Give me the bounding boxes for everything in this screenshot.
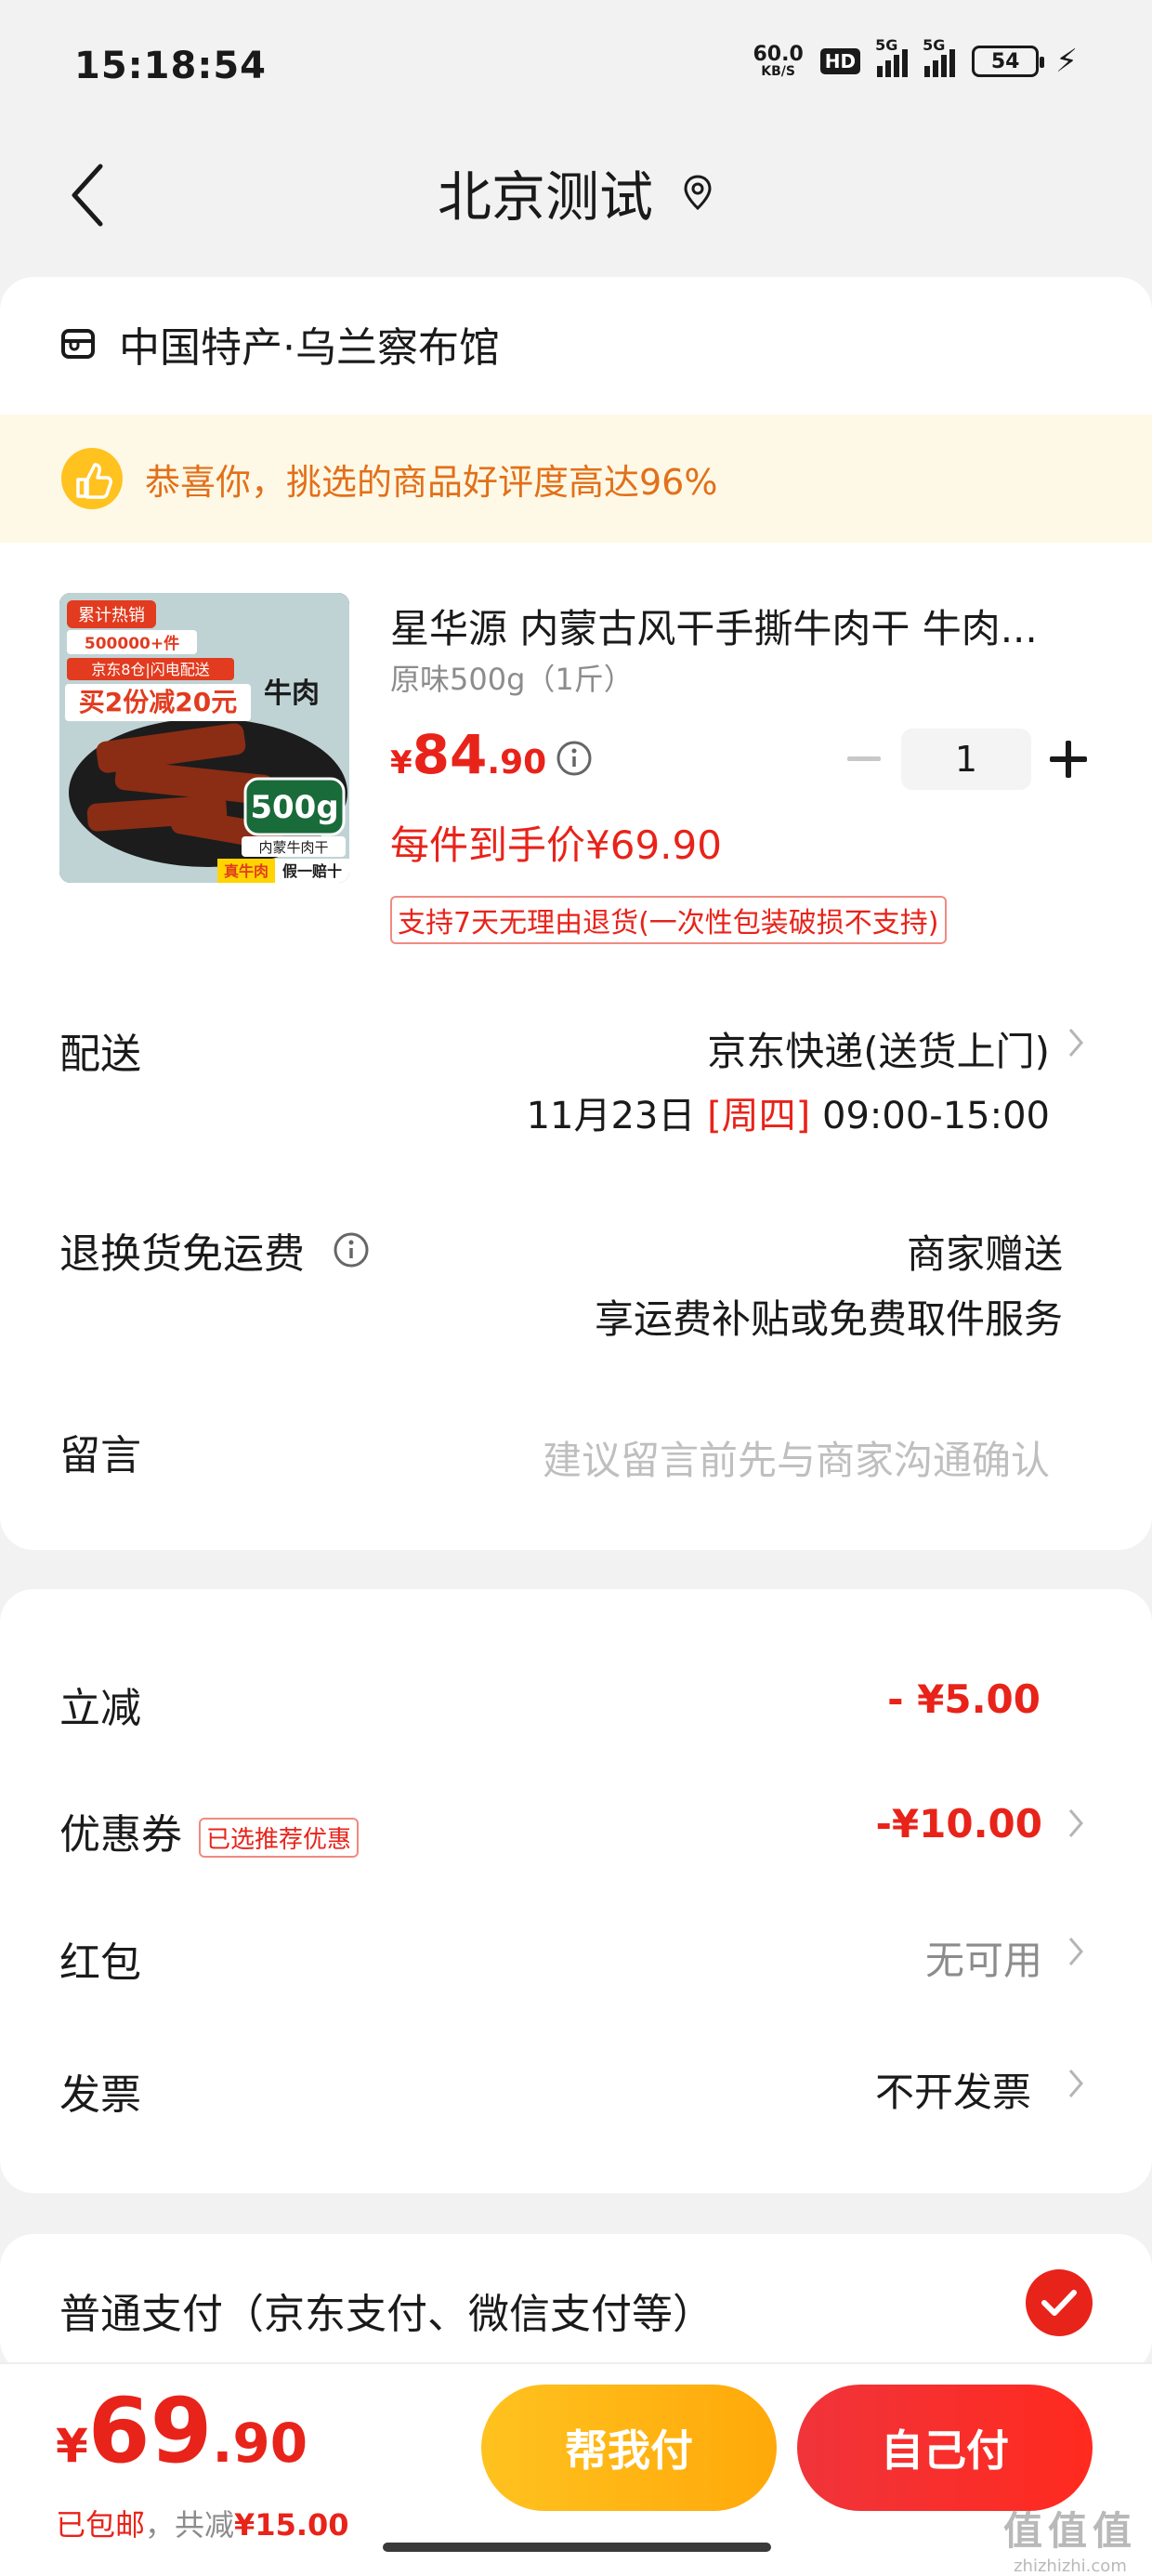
price-integer: 84 <box>412 723 488 786</box>
network-speed-unit: KB/S <box>761 64 795 79</box>
delivery-label: 配送 <box>59 1031 141 1078</box>
return-shipping-sub: 享运费补贴或免费取件服务 <box>594 1296 1063 1342</box>
signal-icon-2: 5G <box>923 36 956 77</box>
watermark-url: zhizhizhi.com <box>1014 2556 1127 2576</box>
message-label: 留言 <box>59 1432 141 1479</box>
info-icon[interactable] <box>333 1231 370 1268</box>
saved-label: 共减 <box>175 2507 235 2543</box>
saved-value: ¥15.00 <box>234 2507 349 2543</box>
total-decimal: .90 <box>212 2412 308 2475</box>
delivery-time: 09:00-15:00 <box>822 1095 1050 1137</box>
signal-label: 5G <box>875 36 898 54</box>
message-input[interactable]: 建议留言前先与商家沟通确认 <box>543 1429 1050 1486</box>
instant-discount-value: - ¥5.00 <box>887 1676 1041 1722</box>
delivery-date[interactable]: 11月23日 [周四] 09:00-15:00 <box>527 1085 1050 1139</box>
product-image-weight: 500g <box>250 789 338 826</box>
delivery-weekday: [周四] <box>707 1095 811 1137</box>
payment-card: 普通支付（京东支付、微信支付等） <box>0 2234 1152 2373</box>
status-icons: 60.0 KB/S HD 5G 5G 54 ⚡ <box>753 36 1079 80</box>
product-image[interactable]: 累计热销 500000+件 京东8仓|闪电配送 买2份减20元 牛肉 500g … <box>59 593 349 883</box>
info-icon[interactable] <box>556 740 593 777</box>
plus-icon <box>1050 741 1087 778</box>
home-indicator[interactable] <box>383 2543 771 2552</box>
chevron-right-icon[interactable] <box>1067 1026 1085 1059</box>
product-price: ¥ 84 .90 <box>390 723 546 786</box>
coupon-row: 优惠券 已选推荐优惠 <box>59 1801 360 1860</box>
signal-label-2: 5G <box>923 36 946 54</box>
coupon-tag: 已选推荐优惠 <box>199 1817 360 1858</box>
product-image-hot: 累计热销 <box>78 606 145 625</box>
decrease-button[interactable] <box>827 729 901 789</box>
invoice-value[interactable]: 不开发票 <box>875 2061 1031 2118</box>
invoice-label: 发票 <box>59 2071 141 2119</box>
store-icon <box>61 329 95 359</box>
product-image-promo: 买2份减20元 <box>79 687 237 717</box>
nav-title-group[interactable]: 北京测试 <box>0 153 1152 231</box>
chevron-right-icon[interactable] <box>1067 1935 1085 1968</box>
return-policy-tag: 支持7天无理由退货(一次性包装破损不支持) <box>390 896 947 944</box>
payment-method-label[interactable]: 普通支付（京东支付、微信支付等） <box>59 2280 713 2340</box>
increase-button[interactable] <box>1031 729 1106 789</box>
help-pay-button[interactable]: 帮我付 <box>481 2385 777 2511</box>
return-shipping-row: 退换货免运费 <box>59 1220 370 1280</box>
total-integer: 69 <box>87 2379 213 2483</box>
product-spec[interactable]: 原味500g（1斤） <box>390 656 634 699</box>
quantity-input[interactable]: 1 <box>901 729 1031 790</box>
location-pin-icon <box>684 175 712 211</box>
coupon-value[interactable]: -¥10.00 <box>875 1801 1042 1847</box>
check-icon <box>1041 2290 1077 2316</box>
product-title[interactable]: 星华源 内蒙古风干手撕牛肉干 牛肉... <box>390 598 1096 654</box>
network-speed-value: 60.0 <box>753 43 804 66</box>
price-decimal: .90 <box>487 743 547 782</box>
rating-banner: 恭喜你，挑选的商品好评度高达96% <box>0 414 1152 543</box>
battery-icon: 54 <box>972 46 1045 77</box>
watermark-logo: 值值值 <box>1002 2508 1137 2554</box>
chevron-right-icon[interactable] <box>1067 2067 1085 2100</box>
chevron-right-icon[interactable] <box>1067 1807 1085 1840</box>
free-shipping-text: 已包邮 <box>56 2507 146 2543</box>
status-time: 15:18:54 <box>74 45 267 87</box>
delivery-method[interactable]: 京东快递(送货上门) <box>707 1020 1050 1077</box>
total-currency: ¥ <box>56 2419 88 2473</box>
return-shipping-label: 退换货免运费 <box>59 1230 305 1278</box>
product-image-name: 牛肉 <box>264 677 320 710</box>
red-packet-label: 红包 <box>59 1939 141 1987</box>
delivery-date-day: 11月23日 <box>526 1095 696 1137</box>
product-image-sub: 内蒙牛肉干 <box>258 839 328 856</box>
coupon-label: 优惠券 <box>59 1811 182 1859</box>
payment-radio[interactable] <box>1026 2269 1093 2336</box>
order-card: 中国特产·乌兰察布馆 恭喜你，挑选的商品好评度高达96% 累计热销 500000… <box>0 277 1152 1550</box>
total-price: ¥ 69 .90 <box>56 2379 308 2483</box>
instant-discount-label: 立减 <box>59 1685 141 1732</box>
battery-level: 54 <box>990 49 1020 73</box>
red-packet-value[interactable]: 无可用 <box>925 1929 1042 1986</box>
hd-icon: HD <box>819 48 861 74</box>
shop-row[interactable]: 中国特产·乌兰察布馆 <box>59 314 500 374</box>
product-image-real: 真牛肉 <box>224 862 268 880</box>
minus-icon <box>847 756 881 761</box>
shop-name: 中国特产·乌兰察布馆 <box>119 324 500 372</box>
product-image-art: 累计热销 500000+件 京东8仓|闪电配送 买2份减20元 牛肉 500g … <box>59 593 349 883</box>
page-title: 北京测试 <box>437 165 653 229</box>
self-pay-button[interactable]: 自己付 <box>797 2385 1093 2511</box>
final-unit-price: 每件到手价¥69.90 <box>390 822 722 868</box>
product-image-sold: 500000+件 <box>85 634 179 653</box>
rating-banner-text: 恭喜你，挑选的商品好评度高达96% <box>145 461 718 503</box>
discount-card: 立减 - ¥5.00 优惠券 已选推荐优惠 -¥10.00 红包 无可用 发票 不… <box>0 1589 1152 2193</box>
status-bar: 15:18:54 60.0 KB/S HD 5G 5G 54 ⚡ <box>0 0 1152 130</box>
price-currency: ¥ <box>390 744 412 782</box>
savings-separator: ， <box>145 2507 176 2543</box>
savings-note: 已包邮，共减¥15.00 <box>56 2502 349 2544</box>
signal-icon: 5G <box>875 36 909 77</box>
quantity-stepper: 1 <box>827 729 1106 790</box>
thumbs-up-icon <box>61 448 123 509</box>
nav-bar: 北京测试 <box>0 130 1152 260</box>
network-speed: 60.0 KB/S <box>753 43 804 79</box>
return-shipping-value: 商家赠送 <box>906 1231 1063 1277</box>
charging-icon: ⚡ <box>1055 43 1078 80</box>
product-image-jd: 京东8仓|闪电配送 <box>91 661 210 678</box>
product-image-fake: 假一赔十 <box>282 862 342 880</box>
watermark: 值值值 zhizhizhi.com <box>1003 2500 1137 2576</box>
